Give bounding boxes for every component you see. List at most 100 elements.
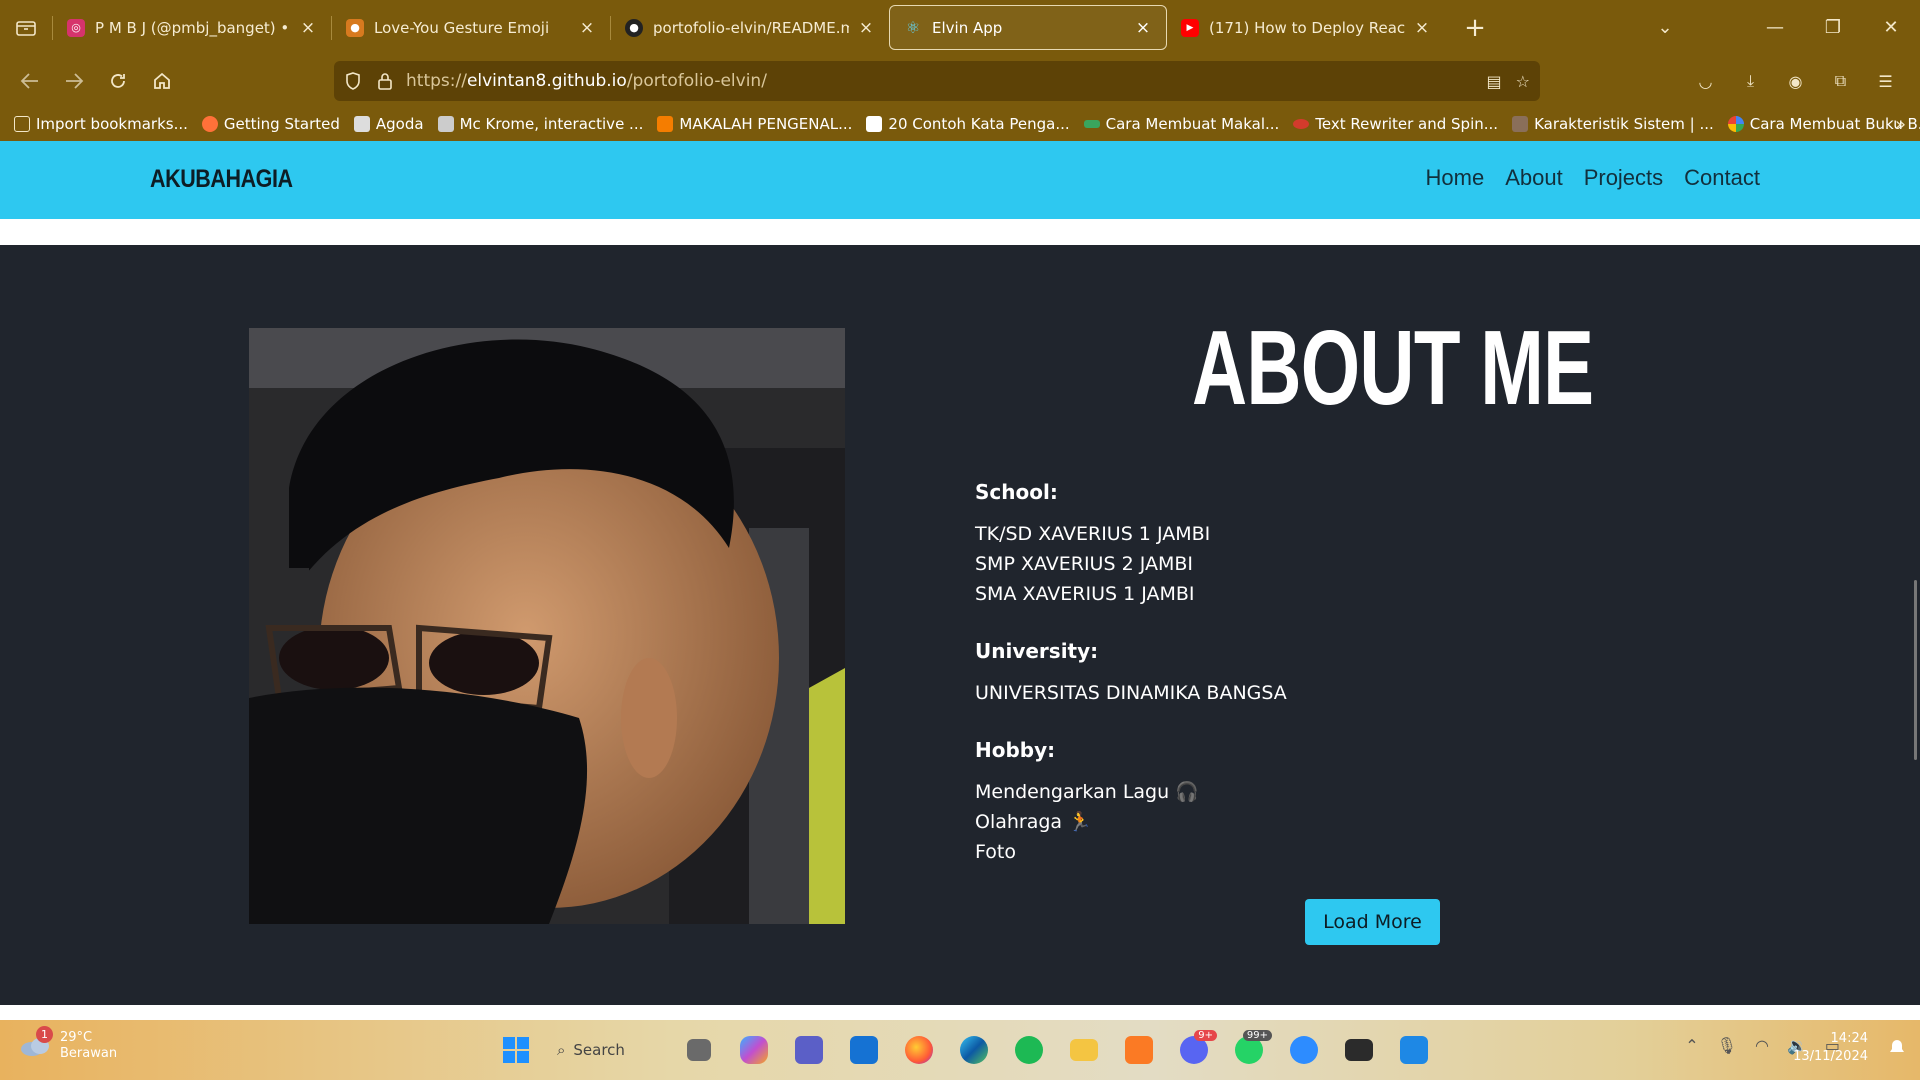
toolbar-right: ◡ ⤓ ◉ ⧉ ☰ [1683, 59, 1908, 103]
minimize-icon[interactable]: — [1746, 17, 1804, 38]
hobby-item: Olahraga 🏃 [975, 811, 1092, 833]
reload-icon[interactable] [96, 59, 140, 103]
back-icon[interactable] [8, 59, 52, 103]
clock[interactable]: 14:24 13/11/2024 [1793, 1030, 1868, 1066]
bookmark-makalah[interactable]: MAKALAH PENGENAL... [657, 115, 852, 133]
edge-button[interactable] [946, 1028, 1001, 1072]
close-icon[interactable]: × [299, 18, 317, 38]
microphone-icon[interactable]: 🎙 [1717, 1036, 1737, 1055]
agoda-icon [353, 116, 370, 132]
bookmark-getting-started[interactable]: Getting Started [201, 115, 340, 133]
home-icon[interactable] [140, 59, 184, 103]
google-icon [1727, 116, 1744, 132]
school-item: TK/SD XAVERIUS 1 JAMBI [975, 523, 1211, 545]
forward-icon[interactable] [52, 59, 96, 103]
copilot-button[interactable] [726, 1028, 781, 1072]
hobby-label: Hobby: [975, 738, 1056, 762]
account-icon[interactable]: ◉ [1773, 72, 1818, 91]
notification-bell-icon[interactable] [1888, 1038, 1906, 1056]
vscode-button[interactable] [1386, 1028, 1441, 1072]
close-icon[interactable]: × [857, 18, 875, 38]
about-info: School: TK/SD XAVERIUS 1 JAMBI SMP XAVER… [975, 480, 1475, 897]
profile-photo [249, 328, 845, 924]
chevron-right-double-icon[interactable]: » [1895, 114, 1906, 135]
bookmark-agoda[interactable]: Agoda [353, 115, 424, 133]
file-explorer-button[interactable] [1056, 1028, 1111, 1072]
site-brand[interactable]: AKUBAHAGIA [150, 165, 293, 194]
bookmark-mc-krome[interactable]: Mc Krome, interactive ... [437, 115, 643, 133]
bookmark-buku[interactable]: Cara Membuat Buku B... [1727, 115, 1920, 133]
vscode-icon [1399, 1036, 1428, 1064]
site-nav: Home About Projects Contact [1426, 165, 1761, 191]
url-bar[interactable]: https://elvintan8.github.io/portofolio-e… [334, 61, 1540, 101]
tab-github[interactable]: ● portofolio-elvin/README.md a × [611, 5, 889, 50]
xampp-icon [1124, 1036, 1153, 1064]
spotify-button[interactable] [1001, 1028, 1056, 1072]
reader-view-icon[interactable]: ▤ [1487, 72, 1502, 91]
teams-icon [794, 1036, 823, 1064]
taskbar-apps: ⌕ Search 9+ 99+ [488, 1028, 1441, 1072]
tab-instagram[interactable]: ◎ P M B J (@pmbj_banget) • Insta × [53, 5, 331, 50]
pocket-icon[interactable]: ◡ [1683, 72, 1728, 91]
tab-emojipedia[interactable]: ● Love-You Gesture Emoji × [332, 5, 610, 50]
nav-home[interactable]: Home [1426, 165, 1485, 191]
close-icon[interactable]: × [578, 18, 596, 38]
tab-elvin-app[interactable]: ⚛ Elvin App × [889, 5, 1167, 50]
start-button[interactable] [488, 1028, 543, 1072]
zoom-button[interactable] [1276, 1028, 1331, 1072]
weather-text: Berawan [60, 1046, 118, 1061]
terminal-button[interactable] [1331, 1028, 1386, 1072]
site-header: AKUBAHAGIA Home About Projects Contact [0, 141, 1920, 219]
xampp-button[interactable] [1111, 1028, 1166, 1072]
school-item: SMP XAVERIUS 2 JAMBI [975, 553, 1193, 575]
weather-widget[interactable]: 1 29°C Berawan [20, 1026, 118, 1062]
nav-about[interactable]: About [1505, 165, 1563, 191]
bookmark-star-icon[interactable]: ☆ [1516, 72, 1530, 91]
bookmark-import[interactable]: Import bookmarks... [14, 115, 188, 133]
whatsapp-badge: 99+ [1242, 1030, 1272, 1041]
chevron-up-icon[interactable]: ⌃ [1685, 1036, 1698, 1055]
bookmark-text-rewriter[interactable]: Text Rewriter and Spin... [1293, 115, 1498, 133]
store-icon [849, 1036, 878, 1064]
bookmark-karakteristik[interactable]: Karakteristik Sistem | ... [1512, 115, 1714, 133]
scrollbar-thumb[interactable] [1914, 580, 1917, 760]
discord-button[interactable]: 9+ [1166, 1028, 1221, 1072]
task-view-button[interactable] [671, 1028, 726, 1072]
hobby-item: Mendengarkan Lagu 🎧 [975, 781, 1199, 803]
extensions-icon[interactable]: ⧉ [1818, 71, 1863, 91]
close-icon[interactable]: × [1413, 18, 1431, 38]
whatsapp-button[interactable]: 99+ [1221, 1028, 1276, 1072]
lock-icon[interactable] [376, 71, 394, 91]
restore-icon[interactable]: ❐ [1804, 17, 1862, 38]
teams-button[interactable] [781, 1028, 836, 1072]
hobby-group: Hobby: Mendengarkan Lagu 🎧 Olahraga 🏃 Fo… [975, 738, 1475, 867]
nav-contact[interactable]: Contact [1684, 165, 1760, 191]
new-tab-button[interactable]: + [1453, 6, 1497, 50]
chevron-down-icon[interactable]: ⌄ [1636, 17, 1694, 38]
bookmark-contoh-kata[interactable]: 20 Contoh Kata Penga... [866, 115, 1070, 133]
university-item: UNIVERSITAS DINAMIKA BANGSA [975, 682, 1287, 704]
firefox-button[interactable] [891, 1028, 946, 1072]
weather-badge: 1 [36, 1026, 53, 1043]
graduation-icon [1083, 120, 1100, 128]
load-more-button[interactable]: Load More [1305, 899, 1440, 945]
school-label: School: [975, 480, 1058, 504]
tab-youtube[interactable]: ▶ (171) How to Deploy React Ap × [1167, 5, 1445, 50]
close-icon[interactable]: × [1134, 18, 1152, 38]
search-label: Search [573, 1041, 625, 1059]
tab-title: P M B J (@pmbj_banget) • Insta [95, 18, 291, 37]
import-icon [14, 116, 30, 132]
spotify-icon [1014, 1036, 1043, 1064]
shield-icon[interactable] [344, 71, 362, 91]
tab-list-button[interactable] [0, 0, 52, 55]
bookmark-cara-membuat-makalah[interactable]: Cara Membuat Makal... [1083, 115, 1279, 133]
nav-projects[interactable]: Projects [1584, 165, 1663, 191]
browser-chrome: ◎ P M B J (@pmbj_banget) • Insta × ● Lov… [0, 0, 1920, 141]
download-icon[interactable]: ⤓ [1728, 71, 1773, 91]
wifi-icon[interactable]: ◠ [1755, 1036, 1769, 1055]
menu-icon[interactable]: ☰ [1863, 72, 1908, 91]
zoom-icon [1289, 1036, 1318, 1064]
store-button[interactable] [836, 1028, 891, 1072]
close-window-icon[interactable]: ✕ [1862, 17, 1920, 38]
taskbar-search[interactable]: ⌕ Search [547, 1030, 667, 1070]
